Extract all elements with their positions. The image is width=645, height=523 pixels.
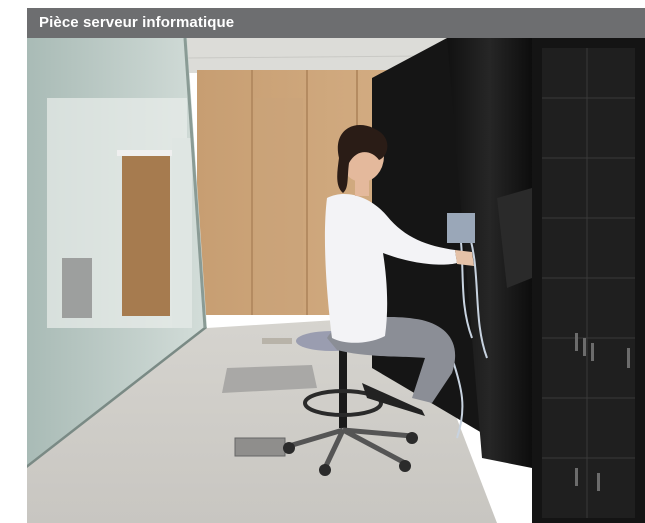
photo-card: Pièce serveur informatique [27, 8, 645, 523]
caption-bar: Pièce serveur informatique [27, 8, 645, 38]
caption-title: Pièce serveur informatique [39, 14, 235, 31]
server-room-illustration [27, 38, 645, 523]
server-room-photo [27, 38, 645, 523]
doorway [122, 156, 170, 316]
floor-hatch [234, 437, 286, 457]
monitor-light [447, 213, 475, 243]
bin [62, 258, 92, 318]
